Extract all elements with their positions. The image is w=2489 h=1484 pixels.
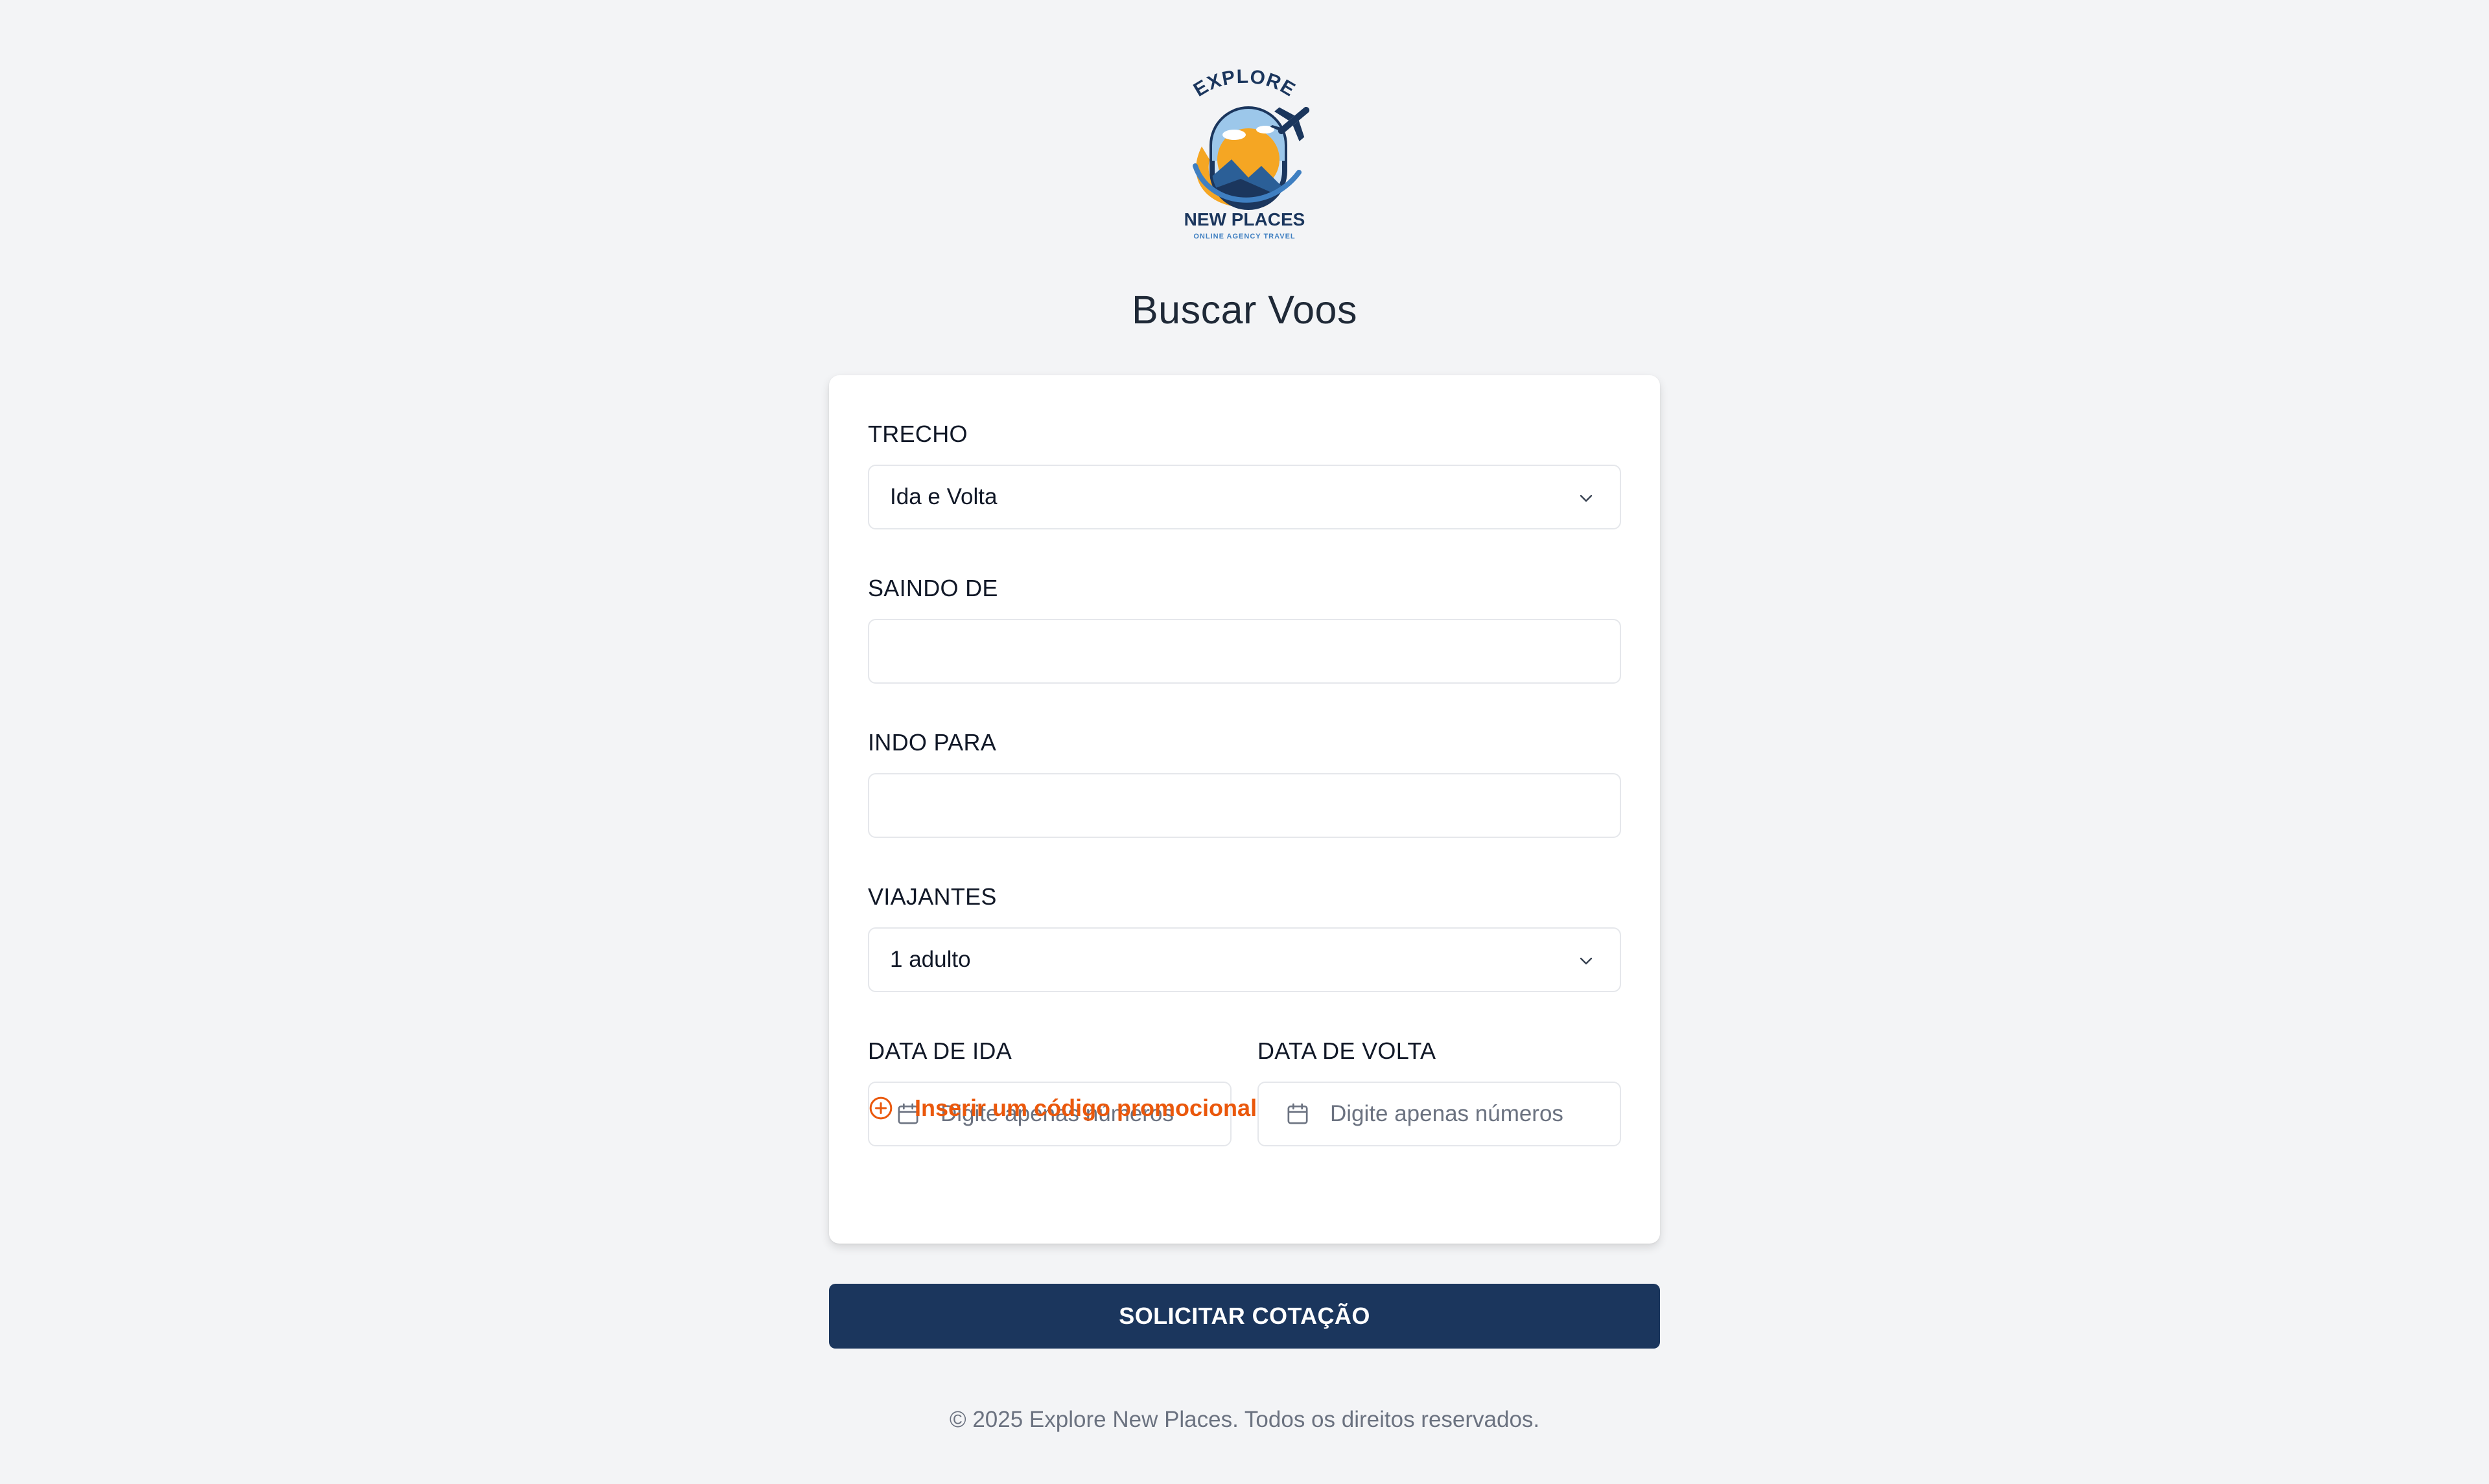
- logo-tagline: ONLINE AGENCY TRAVEL: [1193, 233, 1295, 240]
- trecho-selected-value: Ida e Volta: [890, 484, 998, 509]
- trecho-select[interactable]: Ida e Volta: [868, 465, 1621, 529]
- saindo-de-group: SAINDO DE: [868, 575, 1621, 684]
- page-title: Buscar Voos: [1132, 288, 1357, 332]
- viajantes-label: VIAJANTES: [868, 883, 997, 910]
- data-ida-label: DATA DE IDA: [868, 1038, 1012, 1064]
- data-volta-group: DATA DE VOLTA: [1257, 1038, 1621, 1146]
- flight-search-form: TRECHO Ida e Volta SAINDO DE INDO PARA V…: [829, 375, 1660, 1244]
- chevron-down-icon: [1580, 494, 1593, 502]
- plus-circle-icon: [869, 1096, 893, 1120]
- svg-text:EXPLORE: EXPLORE: [1190, 66, 1299, 101]
- promo-code-label: Inserir um código promocional: [915, 1095, 1257, 1121]
- trecho-group: TRECHO Ida e Volta: [868, 421, 1621, 529]
- logo-emblem: EXPLORE NEW PLACES ONLINE AGENCY TRAVEL: [1184, 66, 1310, 240]
- saindo-de-label: SAINDO DE: [868, 575, 998, 601]
- saindo-de-wrapper: [868, 619, 1621, 684]
- data-volta-wrapper: [1257, 1082, 1621, 1146]
- viajantes-select[interactable]: 1 adulto: [868, 927, 1621, 992]
- promo-code-toggle[interactable]: Inserir um código promocional: [868, 1095, 1257, 1122]
- data-ida-group: DATA DE IDA: [868, 1038, 1232, 1146]
- brand-logo: EXPLORE NEW PLACES ONLINE AGENCY TRAVEL: [1169, 62, 1320, 241]
- viajantes-group: VIAJANTES 1 adulto: [868, 883, 1621, 992]
- dates-row: DATA DE IDA DATA DE VOLTA: [868, 1038, 1621, 1146]
- logo-top-text: EXPLORE: [1190, 66, 1298, 101]
- chevron-down-icon: [1580, 957, 1593, 965]
- trecho-label: TRECHO: [868, 421, 968, 447]
- page: EXPLORE NEW PLACES ONLINE AGENCY TRAVEL …: [0, 0, 2489, 1484]
- footer-copyright: © 2025 Explore New Places. Todos os dire…: [949, 1407, 1540, 1432]
- saindo-de-input[interactable]: [869, 620, 1620, 682]
- indo-para-label: INDO PARA: [868, 729, 997, 756]
- indo-para-input[interactable]: [869, 774, 1620, 837]
- logo-bottom-text: NEW PLACES: [1184, 209, 1305, 229]
- request-quote-button[interactable]: SOLICITAR COTAÇÃO: [829, 1284, 1660, 1349]
- data-volta-label: DATA DE VOLTA: [1257, 1038, 1436, 1064]
- data-volta-input[interactable]: [1330, 1083, 1620, 1145]
- calendar-icon: [1287, 1103, 1308, 1124]
- indo-para-wrapper: [868, 773, 1621, 838]
- indo-para-group: INDO PARA: [868, 729, 1621, 838]
- viajantes-selected-value: 1 adulto: [890, 947, 971, 972]
